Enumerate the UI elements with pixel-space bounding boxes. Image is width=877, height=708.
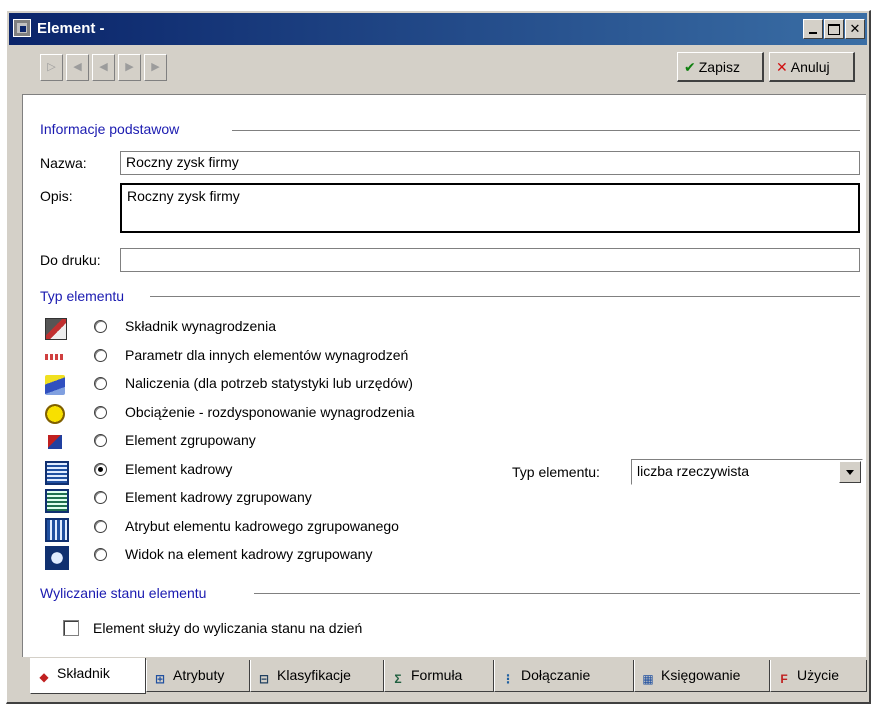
- tab-component[interactable]: ◆ Składnik: [30, 658, 146, 694]
- minimize-button[interactable]: [803, 19, 823, 39]
- element-type-radio[interactable]: [94, 491, 107, 504]
- name-label: Nazwa:: [40, 155, 87, 171]
- formula-tab-icon: Σ: [394, 672, 402, 686]
- window-title: Element -: [37, 20, 105, 37]
- hr-view-icon: [45, 546, 69, 570]
- element-type-option-label: Element zgrupowany: [125, 432, 256, 448]
- first-record-button[interactable]: ▷: [40, 54, 63, 81]
- next-button[interactable]: ▶: [118, 54, 141, 81]
- element-type-option-label: Widok na element kadrowy zgrupowany: [125, 546, 373, 562]
- state-checkbox-label: Element służy do wyliczania stanu na dzi…: [93, 620, 363, 636]
- usage-tab-icon: F: [780, 672, 788, 686]
- element-type-option-label: Atrybut elementu kadrowego zgrupowanego: [125, 517, 399, 534]
- element-type-option-label: Element kadrowy zgrupowany: [125, 489, 312, 505]
- app-icon: [13, 19, 31, 37]
- charge-icon: [45, 403, 65, 424]
- next-icon: ▶: [125, 61, 134, 73]
- wage-component-icon: [45, 318, 67, 340]
- parameter-icon: [45, 353, 65, 360]
- print-field[interactable]: [120, 248, 860, 272]
- element-type-radio[interactable]: [94, 405, 107, 419]
- type-label: Typ elementu:: [512, 464, 600, 480]
- type-select[interactable]: liczba rzeczywista: [631, 459, 863, 485]
- hr-attribute-icon: [45, 517, 69, 542]
- tab-label: Dołączanie: [521, 667, 591, 683]
- attach-tab-icon: ⋮: [502, 672, 514, 686]
- maximize-icon: [828, 24, 840, 35]
- accrual-icon: [45, 375, 65, 395]
- tab-label: Formuła: [411, 667, 463, 683]
- chevron-down-icon[interactable]: [839, 461, 861, 483]
- tab-attach[interactable]: ⋮ Dołączanie: [494, 660, 634, 692]
- classification-tab-icon: ⊟: [258, 672, 270, 686]
- close-icon: ✕: [849, 21, 861, 36]
- section-basic-info: Informacje podstawow: [40, 121, 180, 137]
- element-type-option-label: Element kadrowy: [125, 460, 233, 477]
- title-bar[interactable]: Element - ✕: [9, 13, 867, 45]
- cancel-label: Anuluj: [790, 59, 830, 75]
- skip-back-icon: ◀: [73, 61, 82, 73]
- element-type-option-label: Obciążenie - rozdysponowanie wynagrodzen…: [125, 403, 415, 420]
- hr-element-icon: [45, 460, 69, 485]
- attributes-tab-icon: ⊞: [154, 672, 166, 686]
- maximize-button[interactable]: [824, 19, 844, 39]
- cancel-button[interactable]: ✕ Anuluj: [769, 52, 855, 82]
- element-type-radio[interactable]: [94, 519, 107, 533]
- skip-forward-icon: ▶: [151, 61, 160, 73]
- close-button[interactable]: ✕: [845, 19, 865, 39]
- state-checkbox[interactable]: [63, 620, 79, 636]
- tab-formula[interactable]: Σ Formuła: [384, 660, 494, 692]
- component-tab-icon: ◆: [39, 670, 49, 684]
- element-type-option-label: Składnik wynagrodzenia: [125, 318, 276, 334]
- tab-attributes[interactable]: ⊞ Atrybuty: [146, 660, 250, 692]
- print-label: Do druku:: [40, 252, 101, 268]
- element-type-radio[interactable]: [94, 548, 107, 561]
- save-label: Zapisz: [698, 59, 740, 75]
- element-type-radio[interactable]: [94, 462, 107, 476]
- cancel-icon: ✕: [776, 59, 788, 75]
- tab-label: Atrybuty: [173, 667, 225, 683]
- tab-classification[interactable]: ⊟ Klasyfikacje: [250, 660, 384, 692]
- tab-label: Użycie: [797, 667, 840, 683]
- tab-accounting[interactable]: ▦ Księgowanie: [634, 660, 770, 692]
- element-type-radio[interactable]: [94, 434, 107, 447]
- name-field[interactable]: Roczny zysk firmy: [120, 151, 860, 175]
- type-select-value: liczba rzeczywista: [637, 463, 750, 479]
- prev-button[interactable]: ◀: [92, 54, 115, 81]
- tab-label: Składnik: [57, 665, 110, 681]
- hr-grouped-icon: [45, 489, 69, 513]
- prev-icon: ◀: [99, 61, 108, 73]
- tab-label: Klasyfikacje: [277, 667, 351, 683]
- divider: [232, 130, 860, 132]
- first-record-icon: ▷: [47, 61, 56, 73]
- description-label: Opis:: [40, 188, 73, 204]
- tab-usage[interactable]: F Użycie: [770, 660, 867, 692]
- element-type-radio[interactable]: [94, 348, 107, 362]
- tab-label: Księgowanie: [661, 667, 741, 683]
- element-type-radio[interactable]: [94, 320, 107, 333]
- element-type-radio[interactable]: [94, 377, 107, 390]
- element-type-option-label: Naliczenia (dla potrzeb statystyki lub u…: [125, 375, 413, 391]
- divider: [254, 593, 860, 595]
- grouped-element-icon: [48, 435, 62, 449]
- section-element-type: Typ elementu: [40, 288, 125, 304]
- accounting-tab-icon: ▦: [642, 672, 654, 686]
- save-button[interactable]: ✔ Zapisz: [677, 52, 764, 82]
- minimize-icon: [809, 32, 817, 34]
- divider: [150, 296, 860, 298]
- last-button[interactable]: ▶: [144, 54, 167, 81]
- first-button[interactable]: ◀: [66, 54, 89, 81]
- element-type-option-label: Parametr dla innych elementów wynagrodze…: [125, 346, 409, 363]
- check-icon: ✔: [684, 59, 696, 75]
- section-state: Wyliczanie stanu elementu: [40, 585, 207, 601]
- description-field[interactable]: Roczny zysk firmy: [120, 183, 860, 233]
